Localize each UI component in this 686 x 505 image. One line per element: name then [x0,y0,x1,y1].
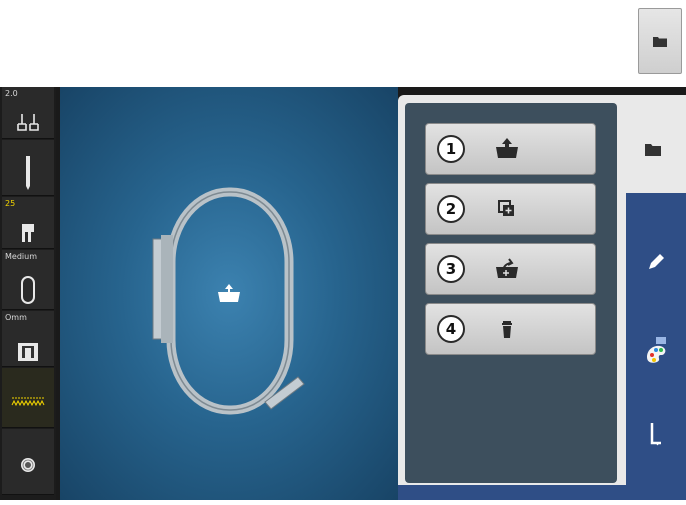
stitch-length-indicator[interactable]: 25 [2,197,54,249]
tab-file[interactable] [620,105,686,193]
needle-icon [26,156,30,190]
number-badge-1: 1 [437,135,465,163]
stitch-pattern-indicator[interactable] [2,368,54,428]
stitch-width-value: 2.0 [5,89,18,98]
panel-bottom-strip [398,485,626,500]
number-badge-2: 2 [437,195,465,223]
tab-stitch[interactable] [626,405,686,465]
folder-upload-icon [496,138,518,158]
number-badge-4: 4 [437,315,465,343]
hoop-preview [152,187,305,415]
color-palette-icon [647,337,666,363]
open-folder-icon [496,258,518,278]
bobbin-icon [21,458,35,472]
folder-icon [653,36,667,47]
design-placeholder-icon [218,284,240,302]
presser-foot-r-icon [22,224,34,242]
number-badge-3: 3 [437,255,465,283]
needle-icon [650,423,661,446]
stitch-length-value: 25 [5,199,16,208]
load-design-button[interactable]: 3 [425,243,596,295]
presser-foot-icon [17,114,39,131]
hoop-indicator[interactable]: Medium [2,250,54,310]
zigzag-stitch-icon [11,397,45,407]
trash-icon [502,321,512,338]
folder-button[interactable] [638,8,682,74]
status-sidebar: 2.0 25 Medium Omm [0,87,56,500]
hoop-icon [21,276,35,304]
tab-color[interactable] [626,320,686,380]
stitch-width-indicator[interactable]: 2.0 [2,87,54,139]
embroidery-canvas [60,87,398,500]
save-design-button[interactable]: 1 [425,123,596,175]
feed-dog-icon [18,343,38,361]
folder-icon [645,143,661,156]
embroidery-screen: 2.0 25 Medium Omm 1 2 3 4 [0,87,686,500]
needle-indicator[interactable] [2,140,54,196]
speed-label: Omm [5,313,27,322]
tab-edit[interactable] [626,232,686,292]
duplicate-icon [498,200,514,216]
feed-dog-indicator[interactable]: Omm [2,311,54,367]
hoop-label: Medium [5,252,37,261]
pencil-icon [649,254,664,269]
settings-indicator[interactable] [2,429,54,495]
delete-design-button[interactable]: 4 [425,303,596,355]
combine-design-button[interactable]: 2 [425,183,596,235]
